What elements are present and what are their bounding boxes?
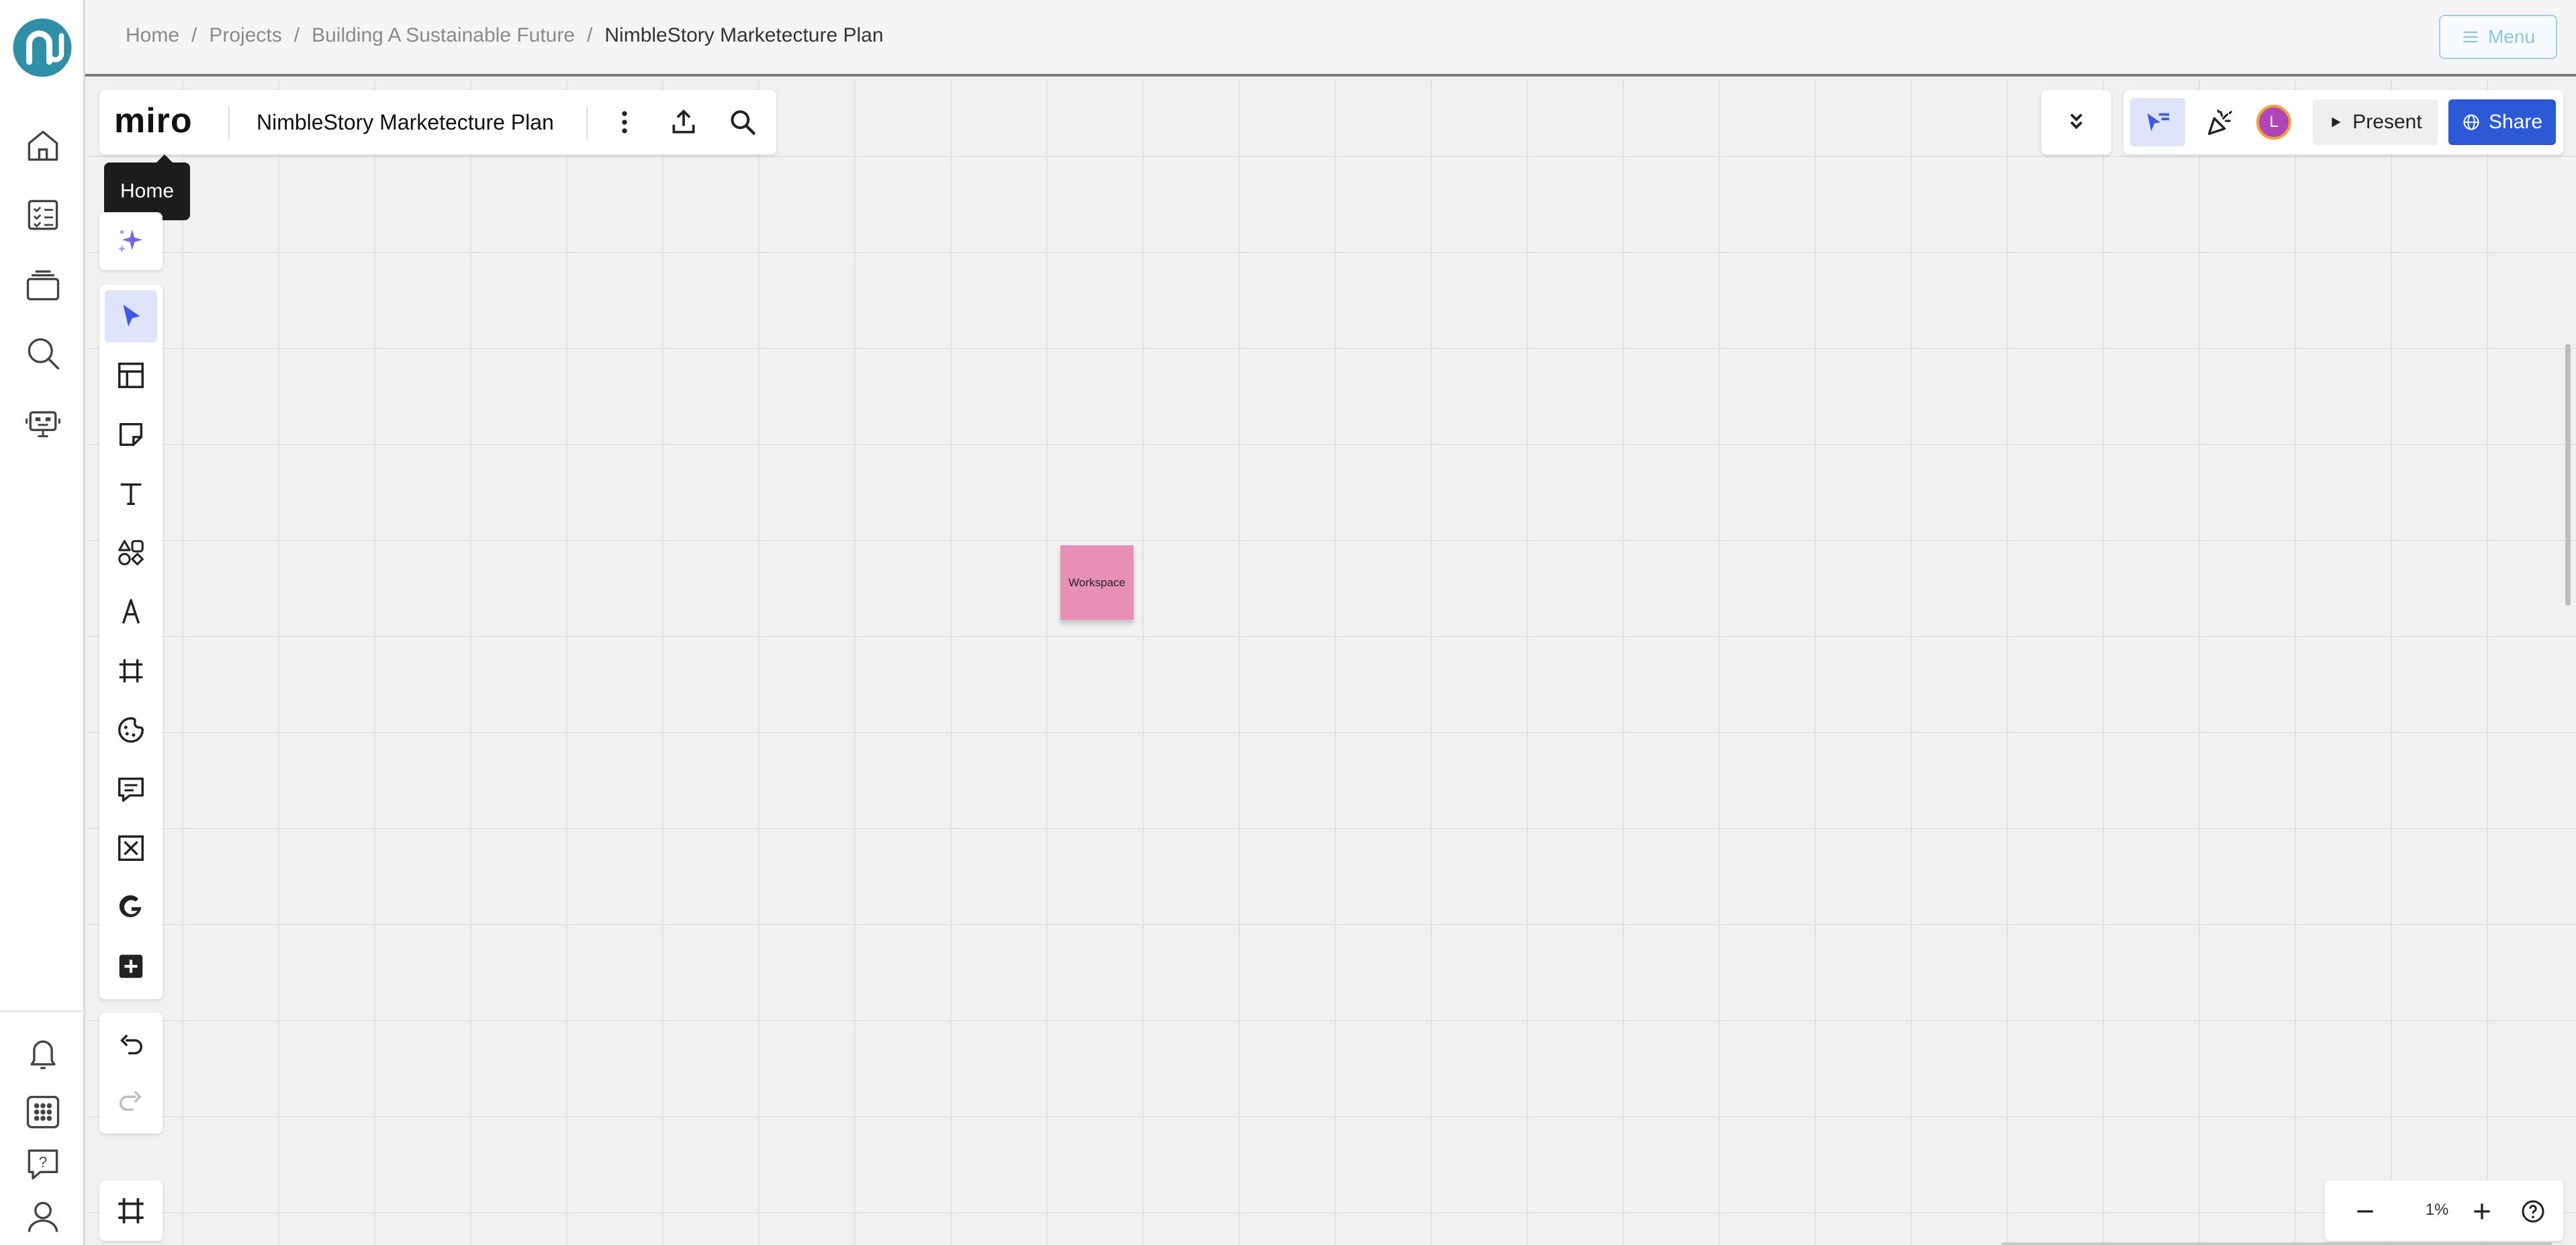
svg-text:?: ? [39,1154,48,1170]
chevrons-down-icon[interactable] [2054,98,2099,146]
present-label: Present [2352,111,2422,133]
breadcrumb-projects[interactable]: Projects [209,24,281,46]
vertical-scrollbar[interactable] [2565,344,2571,606]
help-icon[interactable] [2512,1190,2555,1233]
pen-icon[interactable] [105,586,157,638]
x-box-icon[interactable] [105,822,157,874]
breadcrumb-project[interactable]: Building A Sustainable Future [312,24,575,46]
present-button[interactable]: Present [2313,99,2438,145]
stack-icon[interactable] [20,261,66,307]
breadcrumb-separator: / [587,24,593,46]
text-icon[interactable] [105,467,157,520]
collaboration-panel: L Present Share [2123,90,2563,154]
top-bar: Home / Projects / Building A Sustainable Fut… [85,0,2576,77]
upload-icon[interactable] [663,102,704,142]
bell-icon[interactable] [20,1030,66,1076]
user-icon[interactable] [20,1194,66,1240]
breadcrumb-current: NimbleStory Marketecture Plan [604,24,884,46]
robot-icon[interactable] [20,400,66,445]
checklist-icon[interactable] [20,192,66,238]
zoom-panel: 1% [2325,1181,2563,1241]
layout-icon[interactable] [105,349,157,402]
hamburger-icon [2463,31,2478,43]
sparkle-icon[interactable] [105,215,157,267]
board-header-panel: miro NimbleStory Marketecture Plan [99,90,776,154]
history-toolbar [99,1013,163,1134]
avatar[interactable]: L [2256,105,2291,140]
undo-icon[interactable] [105,1018,157,1070]
google-icon[interactable] [105,881,157,933]
sticky-note-icon[interactable] [105,408,157,461]
collapse-panel [2041,90,2111,154]
kebab-icon[interactable] [604,102,645,142]
plus-square-icon[interactable] [105,940,157,993]
search-icon[interactable] [723,102,763,142]
minus-icon[interactable] [2344,1190,2387,1233]
comment-icon[interactable] [105,763,157,815]
main-toolbar [99,285,163,999]
breadcrumb-separator: / [293,24,300,46]
board-canvas[interactable] [87,79,2576,1245]
grid-icon[interactable] [20,1089,66,1135]
zoom-level[interactable]: 1% [2407,1201,2467,1219]
breadcrumb: Home / Projects / Building A Sustainable Fut… [126,24,884,47]
sticky-note-text: Workspace [1068,575,1125,589]
cursor-icon[interactable] [105,290,157,342]
miro-logo[interactable]: miro [114,103,193,138]
home-icon[interactable] [20,123,66,169]
frames-icon[interactable] [99,1181,163,1241]
plus-icon[interactable] [2460,1190,2503,1233]
shapes-icon[interactable] [105,526,157,579]
globe-icon [2463,114,2479,130]
help-icon[interactable]: ? [20,1142,66,1187]
sticky-note[interactable]: Workspace [1060,545,1134,620]
rail-divider [0,1011,85,1012]
avatar-initial: L [2269,113,2279,131]
sticker-icon[interactable] [105,704,157,756]
menu-button[interactable]: Menu [2439,15,2557,59]
play-icon [2332,117,2341,128]
search-icon[interactable] [20,330,66,376]
redo-icon[interactable] [105,1074,157,1127]
frame-icon[interactable] [105,645,157,697]
breadcrumb-separator: / [191,24,197,46]
ai-toolbox [99,212,163,270]
divider [228,106,230,140]
cursor-reactions-icon[interactable] [2130,98,2185,146]
share-button[interactable]: Share [2448,99,2556,145]
horizontal-scrollbar[interactable] [2001,1242,2552,1245]
menu-label: Menu [2487,26,2536,47]
breadcrumb-home[interactable]: Home [126,24,179,46]
nimblestory-logo-icon[interactable] [12,17,73,78]
board-title[interactable]: NimbleStory Marketecture Plan [257,110,554,135]
party-popper-icon[interactable] [2193,98,2246,146]
app-rail: ? [0,0,85,1245]
divider [586,106,588,140]
share-label: Share [2488,111,2543,133]
